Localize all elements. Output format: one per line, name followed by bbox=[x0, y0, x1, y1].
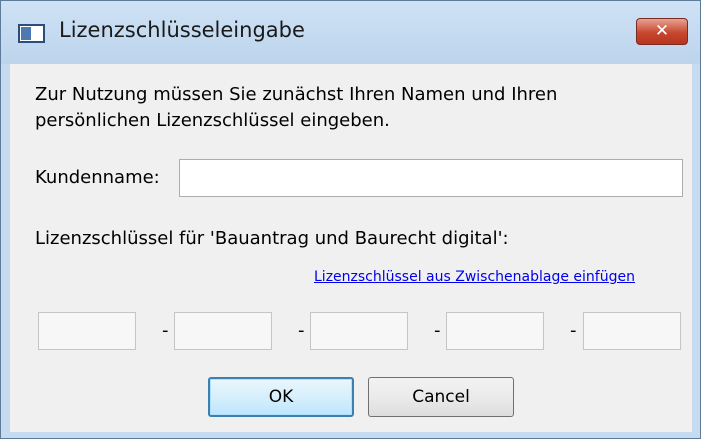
title-bar[interactable]: Lizenzschlüsseleingabe ✕ bbox=[1, 1, 700, 64]
key-separator: - bbox=[162, 320, 169, 341]
ok-button[interactable]: OK bbox=[208, 377, 354, 417]
license-key-segment-5[interactable] bbox=[583, 312, 681, 350]
app-window-icon bbox=[18, 24, 45, 43]
license-key-label: Lizenzschlüssel für 'Bauantrag und Baure… bbox=[35, 228, 509, 249]
key-separator: - bbox=[298, 320, 305, 341]
license-key-segment-1[interactable] bbox=[38, 312, 136, 350]
license-key-segment-2[interactable] bbox=[174, 312, 272, 350]
license-key-segment-4[interactable] bbox=[446, 312, 544, 350]
paste-from-clipboard-link[interactable]: Lizenzschlüssel aus Zwischenablage einfü… bbox=[314, 269, 635, 285]
license-key-segment-3[interactable] bbox=[310, 312, 408, 350]
customer-name-label: Kundenname: bbox=[35, 167, 160, 188]
close-button[interactable]: ✕ bbox=[636, 18, 688, 45]
dialog-content: Zur Nutzung müssen Sie zunächst Ihren Na… bbox=[10, 64, 692, 432]
key-separator: - bbox=[570, 320, 577, 341]
dialog-title: Lizenzschlüsseleingabe bbox=[59, 18, 305, 42]
intro-text: Zur Nutzung müssen Sie zunächst Ihren Na… bbox=[35, 84, 558, 131]
license-dialog: Lizenzschlüsseleingabe ✕ Zur Nutzung müs… bbox=[0, 0, 701, 439]
key-separator: - bbox=[434, 320, 441, 341]
cancel-button[interactable]: Cancel bbox=[368, 377, 514, 417]
customer-name-input[interactable] bbox=[179, 159, 683, 197]
